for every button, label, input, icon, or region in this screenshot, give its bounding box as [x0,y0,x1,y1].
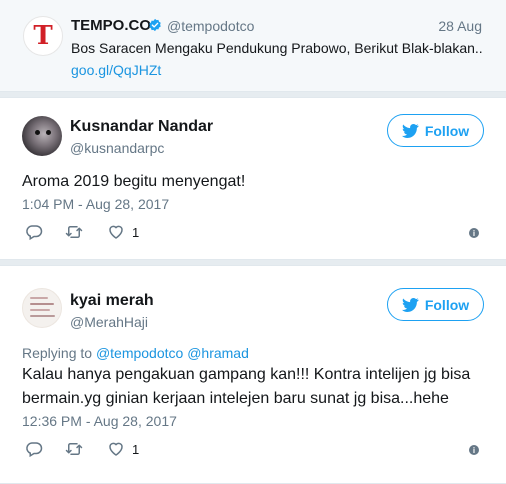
tweet-text-line: bermain.yg ginian kerjaan intelejen baru… [22,390,449,407]
tempo-logo-letter: T [33,21,53,51]
quoted-tweet[interactable]: T TEMPO.CO @tempodotco 28 Aug Bos Sarace… [0,0,506,92]
reply-icon [26,442,43,458]
quoted-author-handle[interactable]: @tempodotco [167,18,254,34]
follow-label: Follow [424,122,470,139]
avatar[interactable] [22,288,62,328]
avatar-detail [30,303,54,305]
follow-button[interactable]: Follow [387,288,484,321]
quoted-tweet-text: Bos Saracen Mengaku Pendukung Prabowo, B… [71,40,483,56]
quoted-author-name[interactable]: TEMPO.CO [71,17,151,34]
tempo-avatar[interactable]: T [23,16,63,56]
replying-to: Replying to @tempodotco @hramad [22,345,249,361]
tweet-text-line: Kalau hanya pengakuan gampang kan!!! Kon… [22,366,471,383]
info-icon[interactable]: i [469,228,479,238]
avatar-detail [30,315,55,317]
avatar-detail [46,130,51,135]
heart-icon [109,225,123,239]
author-handle[interactable]: @MerahHaji [70,314,148,330]
reply-button[interactable] [25,439,43,459]
twitter-bird-icon [401,123,419,138]
author-name[interactable]: kyai merah [70,292,154,310]
like-count: 1 [132,441,140,457]
heart-icon [109,442,123,456]
tweet-text: Aroma 2019 begitu menyengat! [22,173,246,190]
quoted-tweet-link[interactable]: goo.gl/QqJHZt [71,62,161,78]
retweet-icon [65,443,83,455]
like-count: 1 [132,224,140,240]
like-button[interactable]: 1 [107,222,139,242]
avatar-detail [30,297,48,299]
mention-link[interactable]: @hramad [187,345,249,361]
verified-badge-icon [149,18,161,32]
retweet-button[interactable] [65,439,83,459]
retweet-button[interactable] [65,222,83,242]
retweet-icon [65,226,83,238]
reply-icon [26,225,43,241]
tweet-timestamp[interactable]: 12:36 PM - Aug 28, 2017 [22,413,177,429]
author-name[interactable]: Kusnandar Nandar [70,118,213,136]
tweet-text: Kalau hanya pengakuan gampang kan!!! Kon… [22,363,492,411]
author-handle[interactable]: @kusnandarpc [70,140,164,156]
follow-button[interactable]: Follow [387,114,484,147]
twitter-bird-icon [401,297,419,312]
like-button[interactable]: 1 [107,439,139,459]
info-icon[interactable]: i [469,445,479,455]
tweet-card: kyai merah @MerahHaji Follow Replying to… [0,265,506,484]
replying-prefix: Replying to [22,345,93,361]
follow-label: Follow [424,296,470,313]
tweet-card: Kusnandar Nandar @kusnandarpc Follow Aro… [0,97,506,260]
avatar[interactable] [22,116,62,156]
avatar-detail [35,130,40,135]
tweet-timestamp[interactable]: 1:04 PM - Aug 28, 2017 [22,196,169,212]
quoted-tweet-date[interactable]: 28 Aug [438,18,482,34]
avatar-detail [30,309,50,311]
mention-link[interactable]: @tempodotco [96,345,183,361]
tweet-thread: T TEMPO.CO @tempodotco 28 Aug Bos Sarace… [0,0,506,484]
reply-button[interactable] [25,222,43,242]
